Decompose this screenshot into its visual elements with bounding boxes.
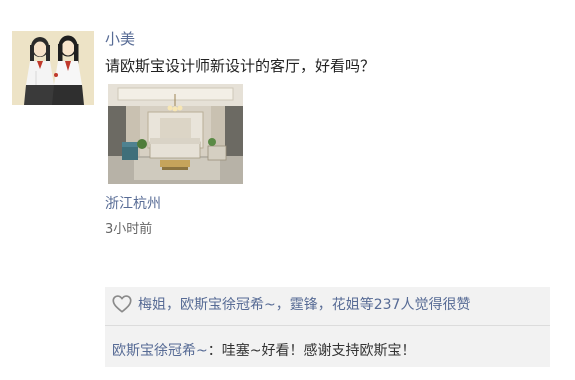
avatar-illustration (12, 31, 94, 105)
likes-list[interactable]: 梅姐，欧斯宝徐冠希~，霆锋，花姐等237人觉得很赞 (138, 295, 470, 315)
post-photo[interactable] (108, 84, 243, 184)
likes-row: 梅姐，欧斯宝徐冠希~，霆锋，花姐等237人觉得很赞 (105, 287, 550, 326)
comment-separator: ： (207, 343, 222, 359)
post-text: 请欧斯宝设计师新设计的客厅，好看吗？ (105, 57, 376, 75)
heart-icon[interactable] (111, 293, 133, 315)
location-link[interactable]: 浙江杭州 (105, 194, 161, 214)
comment-text: 哇塞~好看！感谢支持欧斯宝！ (221, 343, 416, 359)
comment-item: 欧斯宝徐冠希~：哇塞~好看！感谢支持欧斯宝！ (112, 341, 415, 361)
username[interactable]: 小美 (105, 29, 135, 49)
interactions-panel: 梅姐，欧斯宝徐冠希~，霆锋，花姐等237人觉得很赞 欧斯宝徐冠希~：哇塞~好看！… (105, 287, 550, 367)
living-room-photo (108, 84, 243, 184)
comment-author[interactable]: 欧斯宝徐冠希~ (112, 343, 208, 359)
avatar[interactable] (12, 31, 94, 105)
post-timestamp: 3小时前 (105, 222, 153, 237)
